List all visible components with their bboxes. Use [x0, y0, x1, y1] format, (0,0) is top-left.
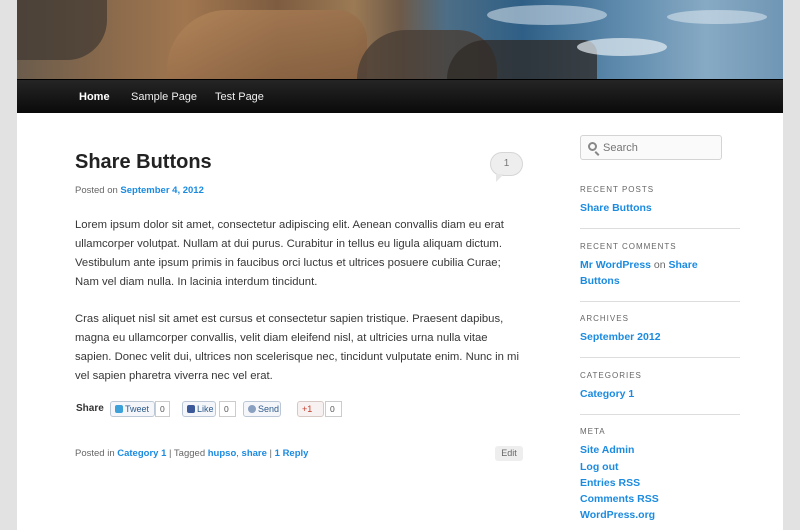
like-count: 0: [219, 401, 236, 417]
post-title[interactable]: Share Buttons: [75, 151, 212, 174]
comment-author-link[interactable]: Mr WordPress: [580, 259, 651, 271]
share-buttons: Share Tweet 0 Like 0 Send +1 0: [75, 401, 525, 417]
category-link[interactable]: Category 1: [117, 448, 166, 459]
edit-button[interactable]: Edit: [495, 446, 523, 461]
divider: [580, 414, 740, 415]
header-image[interactable]: [17, 0, 783, 79]
posted-on: Posted on September 4, 2012: [75, 185, 204, 196]
post-paragraph: Cras aliquet nisl sit amet est cursus et…: [75, 313, 519, 382]
meta-link-log-out[interactable]: Log out: [580, 461, 618, 473]
tweet-count: 0: [155, 401, 170, 417]
tag-link[interactable]: hupso: [208, 448, 237, 459]
archives-title: ARCHIVES: [580, 314, 629, 323]
recent-post-link[interactable]: Share Buttons: [580, 202, 652, 214]
send-icon: [248, 405, 256, 413]
google-plus-icon: +1: [302, 404, 313, 414]
divider: [580, 357, 740, 358]
search-box[interactable]: [580, 135, 722, 160]
categories-title: CATEGORIES: [580, 371, 642, 380]
tweet-button[interactable]: Tweet: [110, 401, 155, 417]
recent-comment: Mr WordPress on Share: [580, 259, 698, 271]
nav-test-page[interactable]: Test Page: [215, 80, 264, 114]
comment-post-link[interactable]: Share: [669, 259, 698, 271]
divider: [580, 228, 740, 229]
recent-comments-title: RECENT COMMENTS: [580, 242, 677, 251]
reply-link[interactable]: 1 Reply: [275, 448, 309, 459]
divider: [580, 301, 740, 302]
nav-home[interactable]: Home: [79, 80, 110, 114]
meta-link-comments-rss[interactable]: Comments RSS: [580, 493, 659, 505]
facebook-icon: [187, 405, 195, 413]
meta-link-site-admin[interactable]: Site Admin: [580, 444, 634, 456]
search-input[interactable]: [603, 140, 715, 156]
google-plus-button[interactable]: +1: [297, 401, 324, 417]
search-icon: [588, 142, 597, 151]
comment-post-link[interactable]: Buttons: [580, 275, 620, 287]
comment-bubble-icon[interactable]: 1: [490, 152, 523, 182]
main-nav: Home Sample Page Test Page: [17, 79, 783, 113]
post-paragraph: Lorem ipsum dolor sit amet, consectetur …: [75, 219, 504, 288]
meta-title: META: [580, 427, 606, 436]
page: Home Sample Page Test Page Share Buttons…: [17, 0, 783, 530]
post-date-link[interactable]: September 4, 2012: [120, 185, 203, 196]
gplus-count: 0: [325, 401, 342, 417]
category-link[interactable]: Category 1: [580, 388, 634, 400]
recent-posts-title: RECENT POSTS: [580, 185, 655, 194]
share-label: Share: [76, 403, 104, 414]
archive-link[interactable]: September 2012: [580, 331, 661, 343]
facebook-send-button[interactable]: Send: [243, 401, 281, 417]
facebook-like-button[interactable]: Like: [182, 401, 216, 417]
tag-link[interactable]: share: [242, 448, 267, 459]
post-footer-meta: Posted in Category 1 | Tagged hupso, sha…: [75, 448, 309, 459]
meta-link-wordpress-org[interactable]: WordPress.org: [580, 509, 655, 521]
nav-sample-page[interactable]: Sample Page: [131, 80, 197, 114]
meta-link-entries-rss[interactable]: Entries RSS: [580, 477, 640, 489]
twitter-icon: [115, 405, 123, 413]
